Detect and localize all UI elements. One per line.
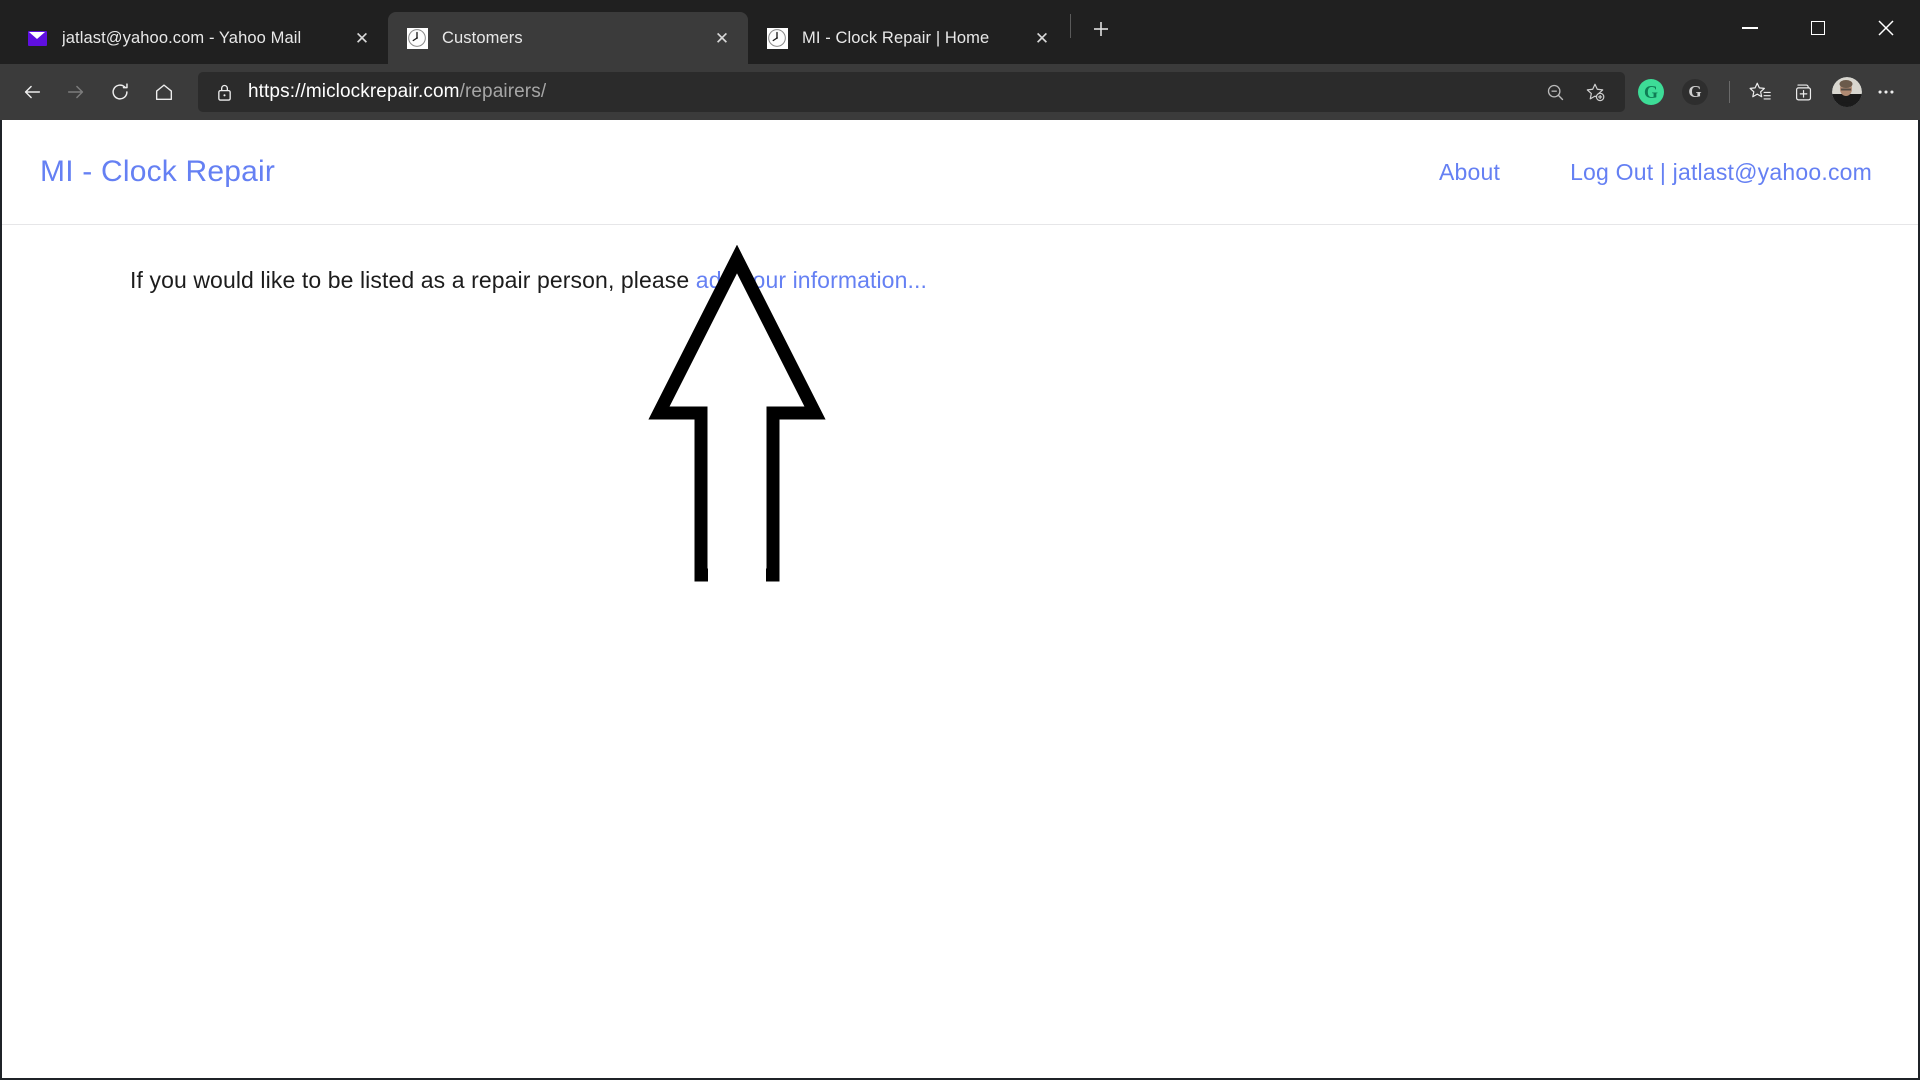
url-origin: https://miclockrepair.com	[248, 81, 460, 102]
up-arrow-annotation	[647, 244, 827, 589]
grammarly-alt-extension-icon[interactable]: G	[1675, 72, 1715, 112]
forward-arrow-icon[interactable]	[56, 72, 96, 112]
favorites-icon[interactable]	[1740, 72, 1780, 112]
browser-toolbar: https://miclockrepair.com/repairers/ G G	[0, 64, 1920, 120]
lock-icon	[212, 83, 236, 102]
address-bar[interactable]: https://miclockrepair.com/repairers/	[198, 72, 1625, 112]
refresh-icon[interactable]	[100, 72, 140, 112]
site-brand[interactable]: MI - Clock Repair	[40, 155, 275, 189]
toolbar-divider	[1729, 81, 1730, 103]
prompt-text: If you would like to be listed as a repa…	[130, 267, 696, 293]
site-header: MI - Clock Repair About Log Out | jatlas…	[2, 120, 1918, 225]
clock-icon	[766, 27, 788, 49]
add-favorite-icon[interactable]	[1575, 72, 1615, 112]
tab-close-button[interactable]: ✕	[708, 24, 736, 52]
more-options-icon[interactable]	[1866, 72, 1906, 112]
page-content: If you would like to be listed as a repa…	[2, 225, 1918, 589]
tab-mi-clock-repair-home[interactable]: MI - Clock Repair | Home ✕	[748, 12, 1068, 64]
home-icon[interactable]	[144, 72, 184, 112]
zoom-out-icon[interactable]	[1535, 72, 1575, 112]
new-tab-button[interactable]	[1081, 9, 1121, 49]
grammarly-logo: G	[1638, 79, 1664, 105]
tab-close-button[interactable]: ✕	[1028, 24, 1056, 52]
tab-close-button[interactable]: ✕	[348, 24, 376, 52]
site-nav: About Log Out | jatlast@yahoo.com	[1439, 159, 1872, 186]
omnibox-actions	[1535, 72, 1615, 112]
url-path: /repairers/	[459, 81, 547, 102]
minimize-button[interactable]	[1716, 0, 1784, 56]
repair-person-prompt: If you would like to be listed as a repa…	[130, 267, 1918, 294]
profile-avatar[interactable]	[1832, 77, 1862, 107]
grammarly-alt-logo: G	[1682, 79, 1708, 105]
tab-yahoo-mail[interactable]: jatlast@yahoo.com - Yahoo Mail ✕	[8, 12, 388, 64]
envelope-icon	[26, 27, 48, 49]
clock-icon	[406, 27, 428, 49]
window-controls	[1716, 0, 1920, 56]
tab-customers[interactable]: Customers ✕	[388, 12, 748, 64]
page-viewport: MI - Clock Repair About Log Out | jatlas…	[0, 120, 1920, 1080]
tab-title: jatlast@yahoo.com - Yahoo Mail	[62, 28, 302, 47]
close-button[interactable]	[1852, 0, 1920, 56]
grammarly-extension-icon[interactable]: G	[1631, 72, 1671, 112]
toolbar-right-group: G G	[1631, 72, 1906, 112]
tab-title: Customers	[442, 28, 523, 47]
nav-link-about[interactable]: About	[1439, 159, 1500, 186]
collections-icon[interactable]	[1784, 72, 1824, 112]
tab-list: jatlast@yahoo.com - Yahoo Mail ✕ Custome…	[0, 0, 1121, 64]
tab-title: MI - Clock Repair | Home	[802, 28, 990, 47]
maximize-button[interactable]	[1784, 0, 1852, 56]
back-arrow-icon[interactable]	[12, 72, 52, 112]
tab-strip: jatlast@yahoo.com - Yahoo Mail ✕ Custome…	[0, 0, 1920, 64]
tab-separator	[1070, 14, 1071, 38]
url-text: https://miclockrepair.com/repairers/	[248, 81, 546, 103]
browser-window: jatlast@yahoo.com - Yahoo Mail ✕ Custome…	[0, 0, 1920, 1080]
nav-link-logout[interactable]: Log Out | jatlast@yahoo.com	[1570, 159, 1872, 186]
